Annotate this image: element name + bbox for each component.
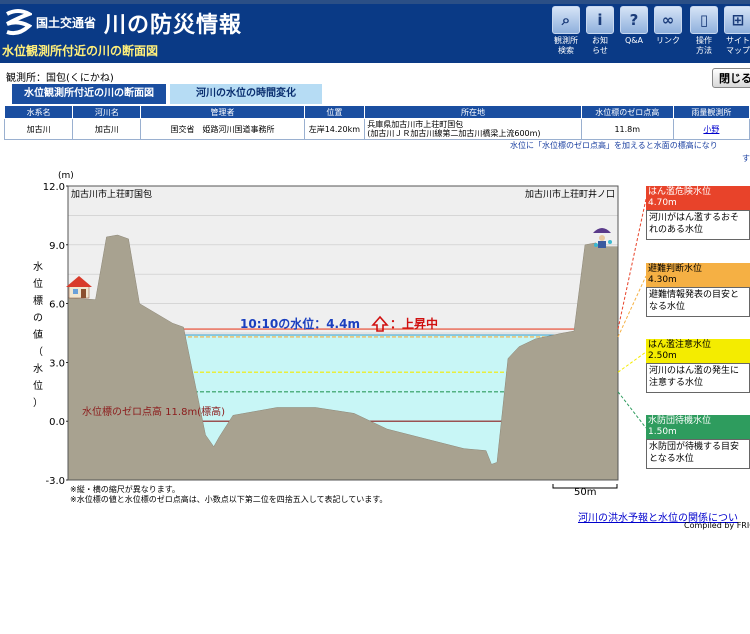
compiled-by: Compiled by FRIC xyxy=(684,521,750,530)
level-value: 2.50m xyxy=(648,351,677,361)
level-desc: 水防団が待機する目安 xyxy=(649,442,740,452)
y-label-char: 水 xyxy=(33,261,43,273)
y-tick-label: 0.0 xyxy=(49,417,65,428)
y-label-char: の xyxy=(33,313,43,324)
scale-label: 50m xyxy=(574,487,597,498)
y-tick-label: 6.0 xyxy=(49,300,65,311)
left-bank-label: 加古川市上荘町国包 xyxy=(71,188,152,200)
y-axis-unit: (m) xyxy=(58,171,74,181)
y-label-char: 標 xyxy=(33,294,43,307)
level-connector xyxy=(617,391,647,429)
level-name: 避難判断水位 xyxy=(648,264,703,274)
y-tick-label: 12.0 xyxy=(43,182,65,193)
level-connector xyxy=(617,275,647,338)
level-name: はん濫注意水位 xyxy=(648,340,712,350)
y-label-char: 位 xyxy=(33,379,43,392)
y-label-char: 水 xyxy=(33,363,43,375)
y-tick-label: 9.0 xyxy=(49,241,65,252)
level-box-standby: 水防団待機水位 1.50m 水防団が待機する目安 となる水位 xyxy=(646,415,750,469)
y-axis-label: 水位標の値（水位） xyxy=(33,261,43,409)
right-bank-label: 加古川市上荘町井ノ口 xyxy=(525,188,615,200)
level-name: 水防団待機水位 xyxy=(648,416,712,426)
level-box-caution: はん濫注意水位 2.50m 河川のはん濫の発生に 注意する水位 xyxy=(646,339,750,393)
level-desc: なる水位 xyxy=(649,302,686,312)
level-desc: 河川がはん濫するおそ xyxy=(649,213,740,223)
level-box-danger: はん濫危険水位 4.70m 河川がはん濫するおそ れのある水位 xyxy=(646,186,750,240)
y-axis-ticks: 12.0 9.0 6.0 3.0 0.0 -3.0 xyxy=(43,182,68,487)
y-label-char: 位 xyxy=(33,277,43,290)
person-head xyxy=(599,235,605,241)
y-label-char: ） xyxy=(33,397,43,409)
current-level-label: 10:10の水位：4.4m xyxy=(240,316,360,331)
y-tick-label: 3.0 xyxy=(49,358,65,369)
level-desc: 避難情報発表の目安と xyxy=(649,290,740,300)
level-value: 4.70m xyxy=(648,198,677,208)
level-connector xyxy=(617,351,647,373)
person-body xyxy=(598,241,606,248)
rain-drop xyxy=(608,240,612,244)
house-window xyxy=(73,289,78,294)
y-tick-label: -3.0 xyxy=(45,476,65,487)
level-value: 4.30m xyxy=(648,275,677,285)
trend-label: ：上昇中 xyxy=(390,316,438,331)
level-desc: れのある水位 xyxy=(649,225,704,235)
level-connector xyxy=(617,198,647,330)
level-value: 1.50m xyxy=(648,427,677,437)
y-label-char: 値 xyxy=(33,328,43,341)
cross-section-chart: 12.09.06.03.00.0-3.0 (m) 水位標の値（水位） 加古川市上… xyxy=(33,171,647,489)
level-desc: 河川のはん濫の発生に xyxy=(649,366,740,376)
rain-drop xyxy=(594,243,598,247)
level-connectors xyxy=(617,198,647,429)
level-desc: となる水位 xyxy=(649,454,694,464)
level-name: はん濫危険水位 xyxy=(648,187,712,197)
zero-point-label: 水位標のゼロ点高 11.8m(標高) xyxy=(82,405,225,418)
y-label-char: （ xyxy=(33,346,43,358)
footnote-rounding: ※水位標の値と水位標のゼロ点高は、小数点以下第二位を四捨五入して表記しています。 xyxy=(70,495,388,504)
level-desc: 注意する水位 xyxy=(649,378,704,388)
level-box-evacuation: 避難判断水位 4.30m 避難情報発表の目安と なる水位 xyxy=(646,263,750,317)
house-door xyxy=(81,289,86,298)
